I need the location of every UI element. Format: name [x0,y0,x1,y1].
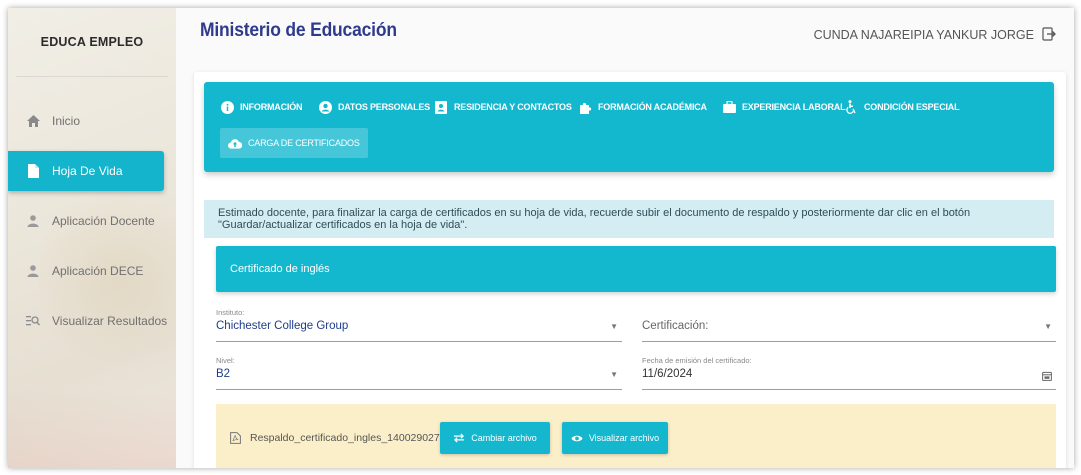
chevron-down-icon: ▼ [610,370,618,379]
notice-banner: Estimado docente, para finalizar la carg… [204,200,1054,238]
tab-experiencia-laboral[interactable]: EXPERIENCIA LABORAL [722,96,846,118]
certificacion-placeholder: Certificación: [642,320,709,332]
change-file-button[interactable]: Cambiar archivo [440,422,550,454]
tab-label: DATOS PERSONALES [338,102,430,112]
sidebar-item-hoja-de-vida[interactable]: Hoja De Vida [8,151,164,191]
sidebar-item-aplicacion-docente[interactable]: Aplicación Docente [8,201,176,241]
instituto-value: Chichester College Group [216,320,349,332]
fecha-value: 11/6/2024 [642,368,693,380]
tab-label: EXPERIENCIA LABORAL [742,102,846,112]
pdf-file-icon [230,432,242,444]
change-file-label: Cambiar archivo [471,433,537,443]
accessibility-icon [844,100,858,114]
tab-formacion-academica[interactable]: FORMACIÓN ACADÉMICA [578,96,707,118]
tab-label: FORMACIÓN ACADÉMICA [598,102,707,112]
chevron-down-icon: ▼ [1044,322,1052,331]
tab-label: INFORMACIÓN [240,102,303,112]
view-file-label: Visualizar archivo [588,433,660,443]
fecha-label: Fecha de emisión del certificado: [642,356,752,365]
tab-label: RESIDENCIA Y CONTACTOS [454,102,572,112]
instituto-label: Instituto: [216,308,245,317]
section-header: Certificado de inglés [216,246,1056,292]
sidebar-item-label: Hoja De Vida [52,164,123,178]
page-title: Ministerio de Educación [200,20,397,41]
nivel-select[interactable]: Nivel: B2 ▼ [216,356,622,390]
chevron-down-icon: ▼ [610,322,618,331]
sidebar-item-inicio[interactable]: Inicio [8,101,176,141]
tab-informacion[interactable]: INFORMACIÓN [220,96,302,118]
sidebar-item-visualizar-resultados[interactable]: Visualizar Resultados [8,301,176,341]
sidebar-item-label: Aplicación Docente [52,214,155,228]
person-icon [26,214,40,228]
sidebar-item-label: Inicio [52,114,81,128]
tab-residencia-contactos[interactable]: RESIDENCIA Y CONTACTOS [434,96,572,118]
person-icon [26,264,40,278]
swap-icon [453,432,465,444]
nivel-label: Nivel: [216,356,235,365]
tab-label: CONDICIÓN ESPECIAL [864,102,960,112]
tab-bar: INFORMACIÓN DATOS PERSONALES RESIDENCIA … [204,82,1054,172]
main-card: INFORMACIÓN DATOS PERSONALES RESIDENCIA … [194,72,1066,468]
info-icon [220,100,234,114]
tab-carga-certificados[interactable]: CARGA DE CERTIFICADOS [220,128,368,158]
logout-icon[interactable] [1042,27,1056,41]
account-icon [318,100,332,114]
tab-datos-personales[interactable]: DATOS PERSONALES [318,96,430,118]
contact-card-icon [434,100,448,114]
sidebar-item-label: Aplicación DECE [52,264,144,278]
calendar-icon[interactable] [1042,368,1052,381]
briefcase-icon [722,100,736,114]
sidebar-item-label: Visualizar Resultados [52,314,168,328]
fecha-emision-field[interactable]: Fecha de emisión del certificado: 11/6/2… [642,356,1056,390]
puzzle-icon [578,100,592,114]
brand-name: EDUCA EMPLEO [40,35,144,49]
list-search-icon [26,314,40,328]
file-name: Respaldo_certificado_ingles_1400290274.p… [230,432,463,444]
eye-icon [571,432,583,444]
user-name: CUNDA NAJAREIPIA YANKUR JORGE [813,28,1034,42]
sidebar-item-aplicacion-dece[interactable]: Aplicación DECE [8,251,176,291]
instituto-select[interactable]: Instituto: Chichester College Group ▼ [216,308,622,342]
certificacion-select[interactable]: Certificación: ▼ [642,308,1056,342]
tab-condicion-especial[interactable]: CONDICIÓN ESPECIAL [844,96,960,118]
view-file-button[interactable]: Visualizar archivo [562,422,668,454]
home-icon [26,114,40,128]
upload-panel: Respaldo_certificado_ingles_1400290274.p… [216,404,1056,468]
cloud-upload-icon [228,136,242,150]
tab-label: CARGA DE CERTIFICADOS [248,138,360,148]
app-window: EDUCA EMPLEO Inicio Hoja De Vida Aplicac… [8,8,1074,468]
nivel-value: B2 [216,368,231,380]
document-icon [26,164,40,178]
top-bar: Ministerio de Educación CUNDA NAJAREIPIA… [176,8,1074,64]
sidebar: EDUCA EMPLEO Inicio Hoja De Vida Aplicac… [8,8,176,468]
file-name-label: Respaldo_certificado_ingles_1400290274.p… [250,432,464,444]
sidebar-nav: Inicio Hoja De Vida Aplicación Docente A… [8,101,176,341]
divider [16,76,168,77]
